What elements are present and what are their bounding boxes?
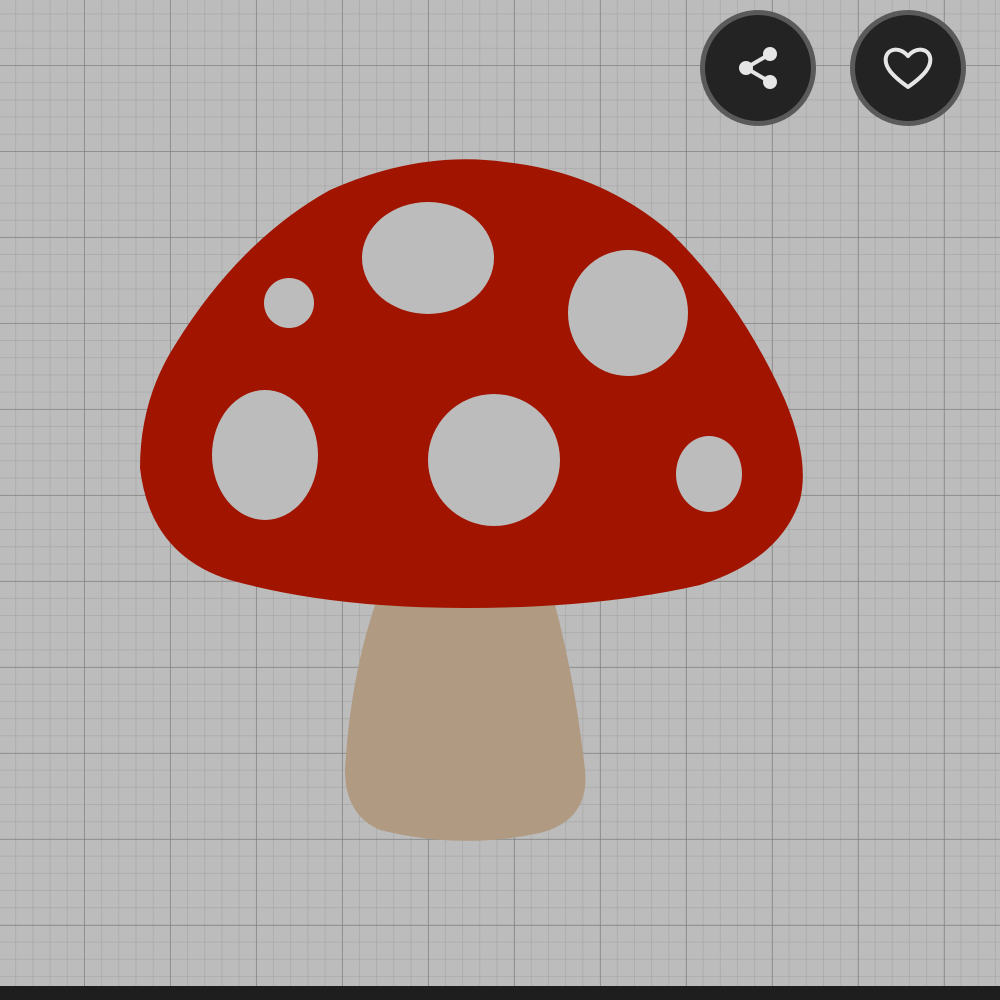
like-button[interactable]	[850, 10, 966, 126]
heart-icon	[883, 47, 933, 89]
mushroom-illustration	[140, 159, 803, 841]
cap-spot	[212, 390, 318, 520]
share-icon	[739, 47, 777, 89]
share-button[interactable]	[700, 10, 816, 126]
bottom-bar	[0, 986, 1000, 1000]
cap-spot	[362, 202, 494, 314]
mushroom-stem	[345, 605, 586, 841]
cap-spot	[676, 436, 742, 512]
cap-spot	[428, 394, 560, 526]
cap-spot	[264, 278, 314, 328]
cap-spot	[568, 250, 688, 376]
